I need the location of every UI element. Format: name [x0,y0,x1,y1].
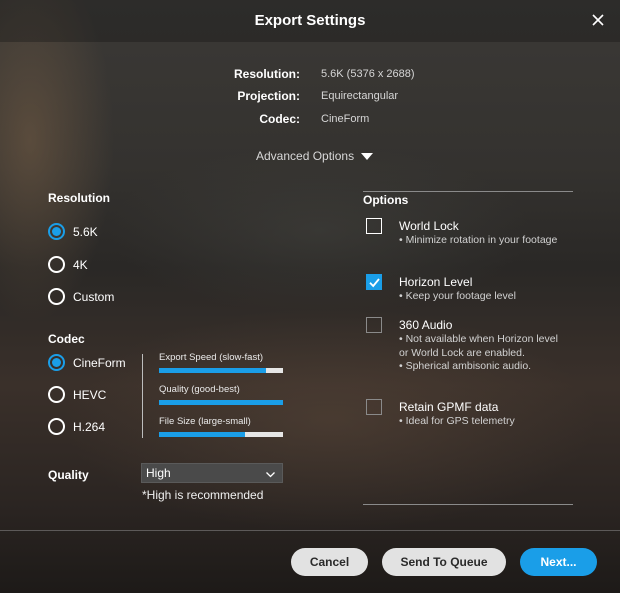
quality-selected-value: High [146,466,171,480]
radio-codec-h264[interactable]: H.264 [48,418,105,435]
quality-hint: *High is recommended [142,488,264,502]
radio-label: CineForm [73,355,126,370]
radio-label: HEVC [73,387,107,402]
radio-label: 4K [73,257,88,272]
radio-resolution-4k[interactable]: 4K [48,256,88,273]
radio-circle [48,256,65,273]
radio-resolution-5-6k[interactable]: 5.6K [48,223,98,240]
chevron-down-icon [266,468,275,478]
summary-value: Equirectangular [321,90,399,102]
option-description: • Not available when Horizon level or Wo… [399,333,558,372]
meter-export-speed: Export Speed (slow-fast) [159,352,283,373]
summary-value: 5.6K (5376 x 2688) [321,68,415,80]
radio-circle [48,386,65,403]
cancel-button[interactable]: Cancel [291,548,368,576]
title-bar: Export Settings [0,0,620,42]
codec-divider [142,354,143,438]
summary-codec: Codec: CineForm [0,112,620,128]
summary-resolution: Resolution: 5.6K (5376 x 2688) [0,67,620,83]
meter-file-size: File Size (large-small) [159,416,283,437]
options-title: Options [363,193,409,207]
advanced-options-label: Advanced Options [256,149,355,163]
triangle-down-icon [361,152,374,160]
close-icon[interactable] [589,11,607,29]
option-description: • Minimize rotation in your footage [399,234,558,246]
meter-fill [159,368,266,373]
option-description: • Ideal for GPS telemetry [399,415,515,427]
summary-label: Resolution: [234,67,300,81]
advanced-options-toggle[interactable]: Advanced Options [256,149,374,163]
360-audio-checkbox[interactable] [366,317,382,333]
summary-label: Codec: [259,112,300,126]
radio-circle [48,288,65,305]
next-button[interactable]: Next... [520,548,597,576]
meter-label: Export Speed (slow-fast) [159,352,264,363]
summary-value: CineForm [321,113,370,125]
meter-quality: Quality (good-best) [159,384,283,405]
retain-gpmf-checkbox[interactable] [366,399,382,415]
dialog-title: Export Settings [254,12,366,29]
world-lock-checkbox[interactable] [366,218,382,234]
radio-circle [48,418,65,435]
option-name: World Lock [399,219,459,233]
radio-label: H.264 [73,419,106,434]
resolution-title: Resolution [48,191,110,205]
meter-track [159,368,283,373]
horizon-level-checkbox[interactable] [366,274,382,290]
radio-label: 5.6K [73,224,98,239]
meter-label: File Size (large-small) [159,416,251,427]
codec-title: Codec [48,332,85,346]
radio-codec-hevc[interactable]: HEVC [48,386,106,403]
summary-projection: Projection: Equirectangular [0,89,620,105]
meter-track [159,432,283,437]
footer-divider [0,530,620,531]
radio-codec-cineform[interactable]: CineForm [48,354,126,371]
meter-fill [159,432,245,437]
options-bottom-divider [363,504,573,505]
send-to-queue-button[interactable]: Send To Queue [382,548,506,576]
radio-label: Custom [73,289,115,304]
option-description: • Keep your footage level [399,290,516,302]
quality-title: Quality [48,468,89,482]
meter-label: Quality (good-best) [159,384,240,395]
option-name: 360 Audio [399,318,453,332]
options-top-divider [363,191,573,192]
option-name: Horizon Level [399,275,473,289]
option-name: Retain GPMF data [399,400,499,414]
summary-label: Projection: [237,89,300,103]
radio-circle [48,223,65,240]
radio-resolution-custom[interactable]: Custom [48,288,114,305]
meter-fill [159,400,283,405]
meter-track [159,400,283,405]
quality-select[interactable]: High [141,463,283,483]
radio-circle [48,354,65,371]
